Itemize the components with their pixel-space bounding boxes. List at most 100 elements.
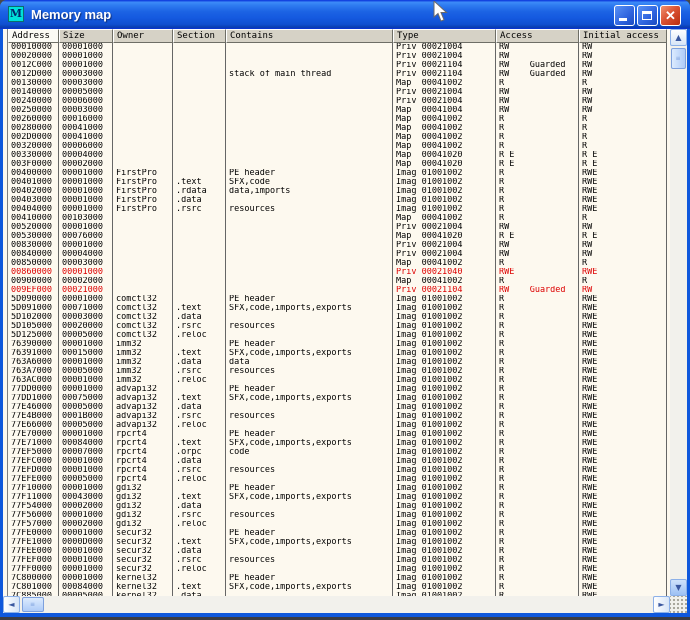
memory-map-icon[interactable]: M xyxy=(8,6,24,22)
cell-contains: SFX,code,imports,exports xyxy=(226,304,393,313)
column-header-type[interactable]: Type xyxy=(393,29,496,43)
table-row[interactable]: 5D10200000003000comctl32.dataImag 010010… xyxy=(8,313,670,322)
column-header-access[interactable]: Access xyxy=(496,29,579,43)
table-row[interactable]: 0033000000004000Map 00041020R ER E xyxy=(8,151,670,160)
table-row[interactable]: 77EFD00000001000rpcrt4.rsrcresourcesImag… xyxy=(8,466,670,475)
scroll-right-button[interactable]: ► xyxy=(653,596,670,613)
cell-initial-access: RWE xyxy=(579,556,667,565)
scroll-left-button[interactable]: ◄ xyxy=(3,596,20,613)
table-row[interactable]: 0084000000004000Priv 00021004RWRW xyxy=(8,250,670,259)
cell-section: .text xyxy=(173,439,226,448)
table-row[interactable]: 0014000000005000Priv 00021004RWRW xyxy=(8,88,670,97)
scroll-down-button[interactable]: ▼ xyxy=(670,579,687,596)
table-row[interactable]: 77E7000000001000rpcrt4PE headerImag 0100… xyxy=(8,430,670,439)
table-row[interactable]: 77EF500000007000rpcrt4.orpccodeImag 0100… xyxy=(8,448,670,457)
cell-type: Priv 00021104 xyxy=(393,286,496,295)
table-row[interactable]: 0032000000006000Map 00041002RR xyxy=(8,142,670,151)
table-row[interactable]: 0013000000003000Map 00041002RR xyxy=(8,79,670,88)
minimize-button[interactable] xyxy=(614,5,635,26)
cell-section xyxy=(173,340,226,349)
cell-section: .rsrc xyxy=(173,466,226,475)
titlebar[interactable]: M Memory map ✕ xyxy=(0,0,690,29)
table-row[interactable]: 77E4B0000001B000advapi32.rsrcresourcesIm… xyxy=(8,412,670,421)
table-row[interactable]: 5D09100000071000comctl32.textSFX,code,im… xyxy=(8,304,670,313)
cell-owner: rpcrt4 xyxy=(113,475,173,484)
table-row[interactable]: 0052000000001000Priv 00021004RWRW xyxy=(8,223,670,232)
cell-contains xyxy=(226,97,393,106)
column-header-address[interactable]: Address xyxy=(8,29,59,43)
column-header-size[interactable]: Size xyxy=(59,29,113,43)
table-row[interactable]: 77DD100000075000advapi32.textSFX,code,im… xyxy=(8,394,670,403)
cell-contains xyxy=(226,142,393,151)
table-row[interactable]: 0024000000006000Priv 00021004RWRW xyxy=(8,97,670,106)
table-row[interactable]: 77FEF00000001000secur32.rsrcresourcesIma… xyxy=(8,556,670,565)
table-row[interactable]: 77F1100000043000gdi32.textSFX,code,impor… xyxy=(8,493,670,502)
table-row[interactable]: 77E6600000005000advapi32.relocImag 01001… xyxy=(8,421,670,430)
maximize-button[interactable] xyxy=(637,5,658,26)
table-row[interactable]: 0001000000001000Priv 00021004RWRW xyxy=(8,43,670,52)
close-button[interactable]: ✕ xyxy=(660,5,681,26)
table-row[interactable]: 002D000000041000Map 00041002RR xyxy=(8,133,670,142)
cell-size: 00005000 xyxy=(59,421,113,430)
cell-initial-access: RWE xyxy=(579,304,667,313)
table-row[interactable]: 0040300000001000FirstPro.dataImag 010010… xyxy=(8,196,670,205)
cell-access: R xyxy=(496,583,579,592)
cell-section xyxy=(173,214,226,223)
table-row[interactable]: 5D12500000005000comctl32.relocImag 01001… xyxy=(8,331,670,340)
table-row[interactable]: 0012D00000003000stack of main threadPriv… xyxy=(8,70,670,79)
table-row[interactable]: 7639000000001000imm32PE headerImag 01001… xyxy=(8,340,670,349)
table-row[interactable]: 0083000000001000Priv 00021004RWRW xyxy=(8,241,670,250)
table-row[interactable]: 763A600000001000imm32.datadataImag 01001… xyxy=(8,358,670,367)
table-row[interactable]: 003F000000002000Map 00041020R ER E xyxy=(8,160,670,169)
horizontal-scrollbar[interactable]: ◄ ≡ ► xyxy=(3,596,670,613)
table-row[interactable]: 5D09000000001000comctl32PE headerImag 01… xyxy=(8,295,670,304)
resize-grip[interactable] xyxy=(670,596,687,613)
table-row[interactable]: 77E7100000084000rpcrt4.textSFX,code,impo… xyxy=(8,439,670,448)
table-row[interactable]: 77F5700000002000gdi32.relocImag 01001002… xyxy=(8,520,670,529)
scroll-up-button[interactable]: ▲ xyxy=(670,29,687,46)
horizontal-scroll-thumb[interactable]: ≡ xyxy=(22,597,44,612)
table-row[interactable]: 0012C00000001000Priv 00021104RW GuardedR… xyxy=(8,61,670,70)
column-header-initial-access[interactable]: Initial access xyxy=(579,29,667,43)
table-row[interactable]: 0040400000001000FirstPro.rsrcresourcesIm… xyxy=(8,205,670,214)
table-row[interactable]: 0086000000001000Priv 00021040RWERWE xyxy=(8,268,670,277)
table-row[interactable]: 77EFE00000005000rpcrt4.relocImag 0100100… xyxy=(8,475,670,484)
table-row[interactable]: 77EFC00000001000rpcrt4.dataImag 01001002… xyxy=(8,457,670,466)
table-row[interactable]: 77FE000000001000secur32PE headerImag 010… xyxy=(8,529,670,538)
cell-size: 00003000 xyxy=(59,106,113,115)
cell-address: 00401000 xyxy=(8,178,59,187)
table-row[interactable]: 0025000000003000Map 00041004RWRW xyxy=(8,106,670,115)
table-row[interactable]: 77F5400000002000gdi32.dataImag 01001002R… xyxy=(8,502,670,511)
vertical-scroll-thumb[interactable]: ≡ xyxy=(671,48,686,69)
cell-owner xyxy=(113,124,173,133)
vertical-scrollbar[interactable]: ▲ ≡ ▼ xyxy=(670,29,687,596)
table-row[interactable]: 0028000000041000Map 00041002RR xyxy=(8,124,670,133)
table-row[interactable]: 009EF00000021000Priv 00021104RW GuardedR… xyxy=(8,286,670,295)
table-row[interactable]: 77FEE00000001000secur32.dataImag 0100100… xyxy=(8,547,670,556)
table-row[interactable]: 0053000000076000Map 00041020R ER E xyxy=(8,232,670,241)
column-header-section[interactable]: Section xyxy=(173,29,226,43)
table-row[interactable]: 0040200000001000FirstPro.rdatadata,impor… xyxy=(8,187,670,196)
table-row[interactable]: 7C80100000084000kernel32.textSFX,code,im… xyxy=(8,583,670,592)
table-row[interactable]: 5D10500000020000comctl32.rsrcresourcesIm… xyxy=(8,322,670,331)
column-header-contains[interactable]: Contains xyxy=(226,29,393,43)
table-row[interactable]: 0041000000103000Map 00041002RR xyxy=(8,214,670,223)
table-row[interactable]: 7639100000015000imm32.textSFX,code,impor… xyxy=(8,349,670,358)
table-row[interactable]: 0002000000001000Priv 00021004RWRW xyxy=(8,52,670,61)
table-row[interactable]: 0085000000003000Map 00041002RR xyxy=(8,259,670,268)
table-row[interactable]: 0026000000016000Map 00041002RR xyxy=(8,115,670,124)
column-header-owner[interactable]: Owner xyxy=(113,29,173,43)
table-row[interactable]: 77FE10000000D000secur32.textSFX,code,imp… xyxy=(8,538,670,547)
table-row[interactable]: 77FF000000001000secur32.relocImag 010010… xyxy=(8,565,670,574)
table-row[interactable]: 77F5600000001000gdi32.rsrcresourcesImag … xyxy=(8,511,670,520)
table-row[interactable]: 7C80000000001000kernel32PE headerImag 01… xyxy=(8,574,670,583)
table-row[interactable]: 763AC00000001000imm32.relocImag 01001002… xyxy=(8,376,670,385)
cell-owner xyxy=(113,241,173,250)
table-row[interactable]: 77F1000000001000gdi32PE headerImag 01001… xyxy=(8,484,670,493)
table-row[interactable]: 77DD000000001000advapi32PE headerImag 01… xyxy=(8,385,670,394)
table-row[interactable]: 0090000000002000Map 00041002RR xyxy=(8,277,670,286)
table-row[interactable]: 763A700000005000imm32.rsrcresourcesImag … xyxy=(8,367,670,376)
table-row[interactable]: 0040000000001000FirstProPE headerImag 01… xyxy=(8,169,670,178)
table-row[interactable]: 0040100000001000FirstPro.textSFX,codeIma… xyxy=(8,178,670,187)
table-row[interactable]: 77E4600000005000advapi32.dataImag 010010… xyxy=(8,403,670,412)
